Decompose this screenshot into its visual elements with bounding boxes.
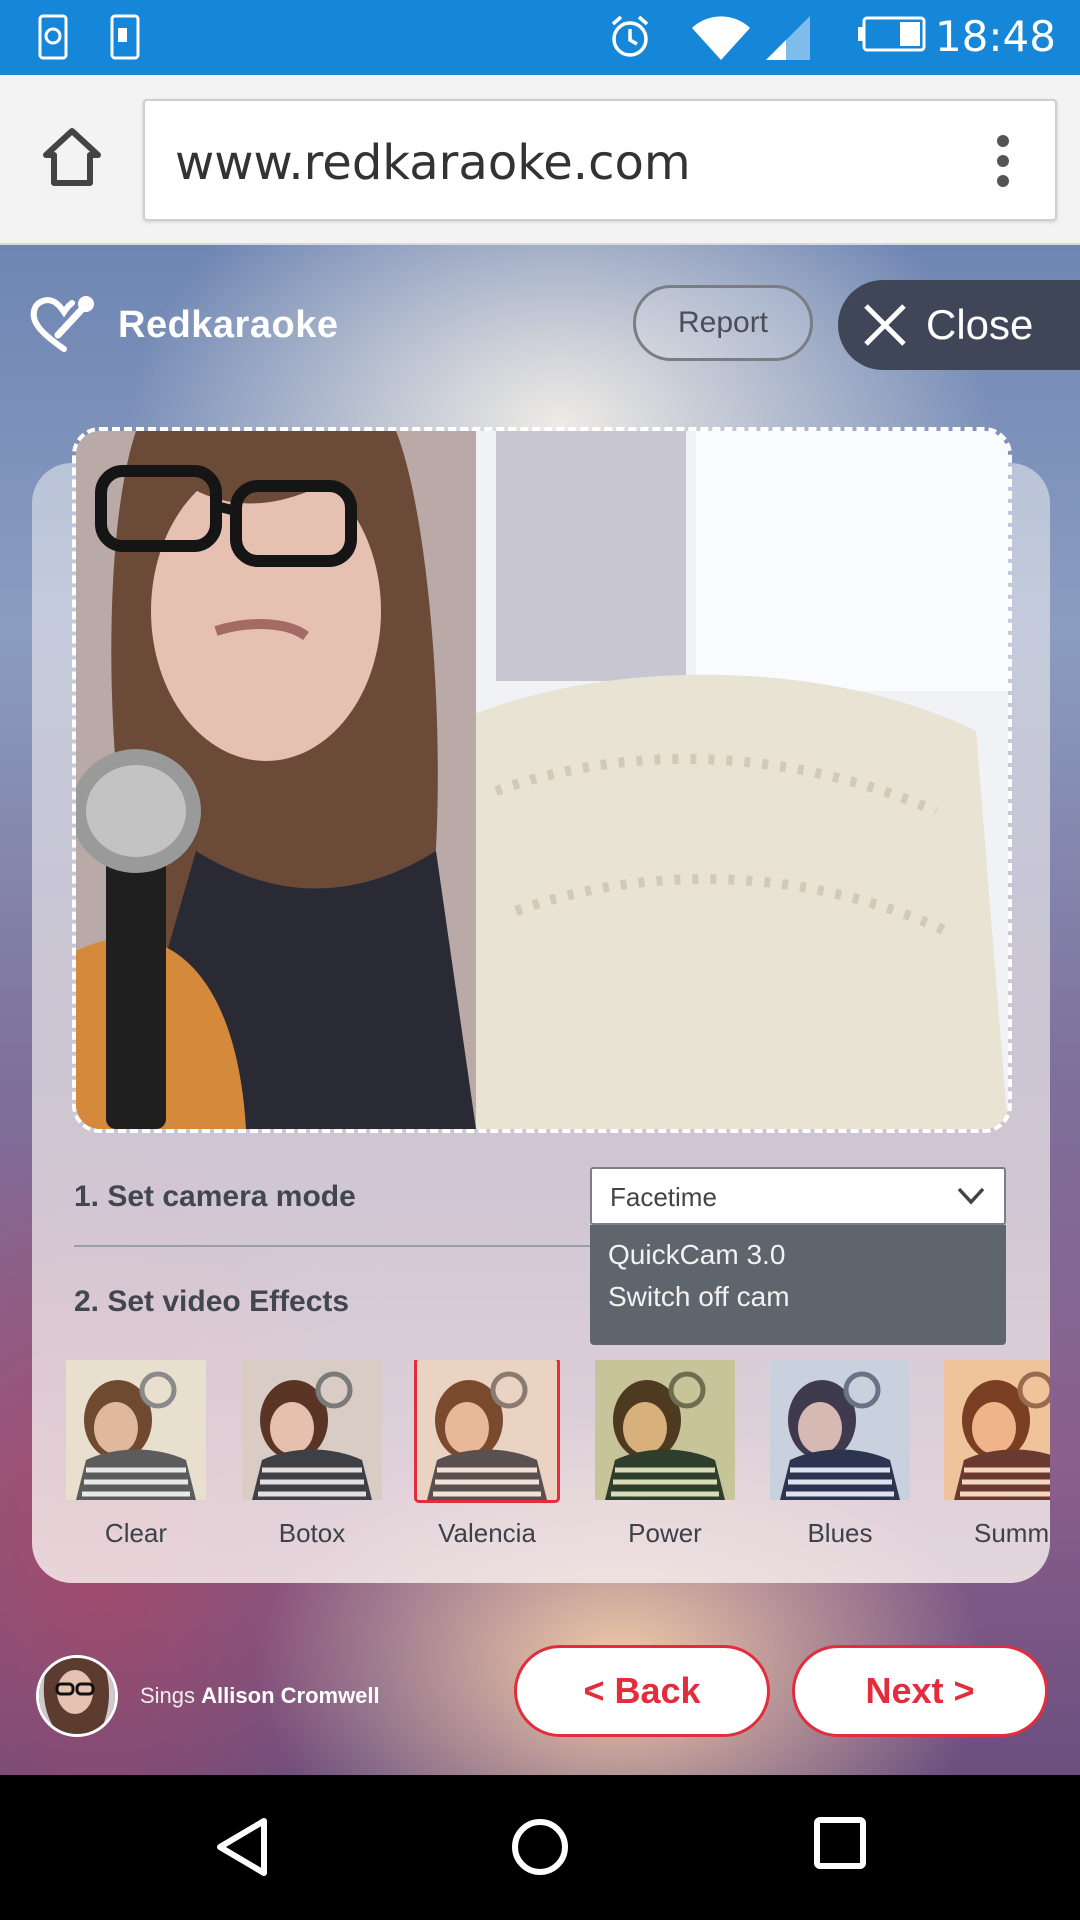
effect-thumbnail: [242, 1360, 382, 1500]
video-effects-label: 2. Set video Effects: [74, 1285, 350, 1318]
wifi-icon: [692, 16, 750, 60]
back-triangle-icon[interactable]: [212, 1815, 272, 1879]
status-time: 18:48: [934, 12, 1056, 61]
effect-label: Botox: [278, 1518, 346, 1548]
brand-logo[interactable]: Redkaraoke: [28, 295, 338, 355]
effect-label: Power: [628, 1518, 702, 1548]
back-button[interactable]: < Back: [514, 1645, 770, 1737]
close-label: Close: [926, 301, 1034, 348]
webcam-image: [76, 431, 1008, 1129]
avatar: [36, 1655, 118, 1737]
camera-mode-value: Facetime: [610, 1182, 717, 1212]
recents-square-icon[interactable]: [812, 1815, 868, 1871]
chevron-down-icon: [957, 1187, 985, 1205]
android-nav-bar: [0, 1775, 1080, 1920]
effect-blues[interactable]: Blues: [770, 1360, 910, 1549]
effect-thumbnail: [66, 1360, 206, 1500]
signal-icon: [766, 16, 810, 60]
camera-option-switch-off[interactable]: Switch off cam: [608, 1281, 790, 1313]
sync-icon: [38, 14, 68, 60]
camera-mode-dropdown: QuickCam 3.0 Switch off cam: [590, 1225, 1006, 1345]
url-bar[interactable]: www.redkaraoke.com: [143, 99, 1057, 221]
effects-strip: Clear Botox Valencia Power Blues Summ: [32, 1360, 1050, 1560]
effect-thumbnail: [595, 1360, 735, 1500]
close-button[interactable]: Close: [838, 280, 1080, 370]
singer-prefix: Sings: [140, 1683, 196, 1708]
url-text[interactable]: www.redkaraoke.com: [175, 135, 691, 191]
report-button[interactable]: Report: [633, 285, 813, 361]
camera-option-quickcam[interactable]: QuickCam 3.0: [608, 1239, 785, 1271]
effect-valencia[interactable]: Valencia: [414, 1360, 560, 1549]
browser-toolbar: www.redkaraoke.com: [0, 75, 1080, 245]
status-bar: 18:48: [0, 0, 1080, 75]
screenshot-icon: [110, 14, 140, 60]
effect-label: Blues: [807, 1518, 873, 1548]
home-circle-icon[interactable]: [508, 1815, 572, 1879]
effect-label: Summe: [974, 1518, 1050, 1548]
karaoke-page: Redkaraoke Report Close 1. Set camera mo…: [0, 245, 1080, 1775]
home-icon[interactable]: [40, 125, 104, 189]
overflow-menu-icon[interactable]: [997, 135, 1011, 189]
webcam-preview: [72, 427, 1012, 1133]
effect-thumbnail-selected: [414, 1360, 560, 1503]
camera-mode-label: 1. Set camera mode: [74, 1180, 356, 1213]
brand-name: Redkaraoke: [118, 303, 339, 346]
alarm-icon: [611, 15, 649, 57]
effect-label: Clear: [104, 1518, 168, 1548]
effect-summer[interactable]: Summe: [944, 1360, 1050, 1549]
camera-mode-select[interactable]: Facetime: [590, 1167, 1006, 1225]
next-button[interactable]: Next >: [792, 1645, 1048, 1737]
effect-thumbnail: [770, 1360, 910, 1500]
effect-power[interactable]: Power: [595, 1360, 735, 1549]
singer-text: Sings Allison Cromwell: [140, 1683, 380, 1709]
effect-thumbnail: [944, 1360, 1050, 1500]
battery-icon: [858, 16, 926, 52]
heart-microphone-icon: [30, 296, 94, 352]
singer-name: Allison Cromwell: [201, 1683, 380, 1708]
divider: [74, 1245, 594, 1247]
effect-clear[interactable]: Clear: [66, 1360, 206, 1549]
effect-label: Valencia: [438, 1518, 536, 1548]
close-icon: [864, 304, 906, 346]
effect-botox[interactable]: Botox: [242, 1360, 382, 1549]
singer-info: Sings Allison Cromwell: [36, 1655, 380, 1737]
